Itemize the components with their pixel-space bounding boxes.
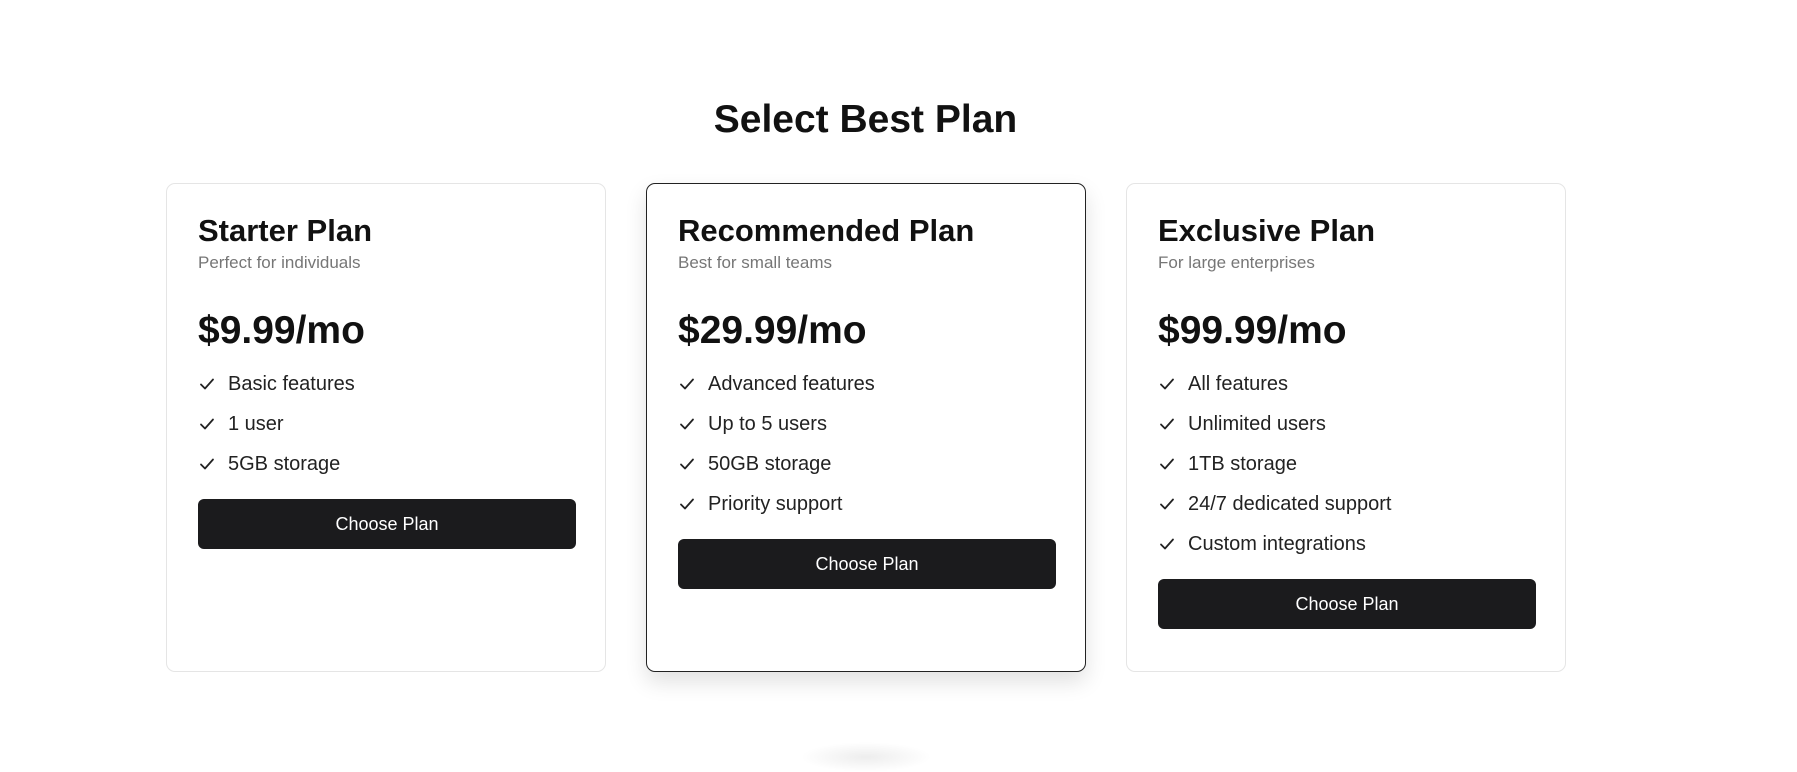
check-icon [1158, 495, 1176, 513]
feature-label: Custom integrations [1188, 532, 1366, 555]
check-icon [678, 415, 696, 433]
check-icon [678, 495, 696, 513]
choose-plan-button-recommended[interactable]: Choose Plan [678, 539, 1056, 589]
choose-plan-button-exclusive[interactable]: Choose Plan [1158, 579, 1536, 629]
plan-description: Best for small teams [678, 253, 832, 272]
feature-item: 24/7 dedicated support [1158, 484, 1534, 524]
plan-price: $9.99/mo [198, 309, 365, 352]
feature-label: Unlimited users [1188, 412, 1326, 435]
feature-item: Custom integrations [1158, 524, 1534, 564]
feature-label: 5GB storage [228, 452, 341, 475]
feature-label: Priority support [708, 492, 843, 515]
plan-card-starter: Starter Plan Perfect for individuals $9.… [166, 183, 606, 672]
check-icon [198, 375, 216, 393]
feature-label: All features [1188, 372, 1289, 395]
plan-name: Starter Plan [198, 213, 373, 248]
feature-item: Basic features [198, 364, 574, 404]
feature-label: Advanced features [708, 372, 875, 395]
feature-item: All features [1158, 364, 1534, 404]
feature-label: 24/7 dedicated support [1188, 492, 1392, 515]
pricing-cards: Starter Plan Perfect for individuals $9.… [166, 183, 1566, 672]
feature-label: Up to 5 users [708, 412, 827, 435]
feature-label: 1TB storage [1188, 452, 1297, 475]
bottom-shadow-decoration [800, 742, 932, 772]
choose-plan-button-starter[interactable]: Choose Plan [198, 499, 576, 549]
feature-item: Advanced features [678, 364, 1054, 404]
check-icon [1158, 535, 1176, 553]
plan-card-recommended: Recommended Plan Best for small teams $2… [646, 183, 1086, 672]
feature-label: 1 user [228, 412, 284, 435]
feature-item: Unlimited users [1158, 404, 1534, 444]
feature-item: Priority support [678, 484, 1054, 524]
feature-label: Basic features [228, 372, 355, 395]
feature-item: Up to 5 users [678, 404, 1054, 444]
plan-description: Perfect for individuals [198, 253, 361, 272]
check-icon [1158, 415, 1176, 433]
plan-price: $99.99/mo [1158, 309, 1347, 352]
check-icon [1158, 375, 1176, 393]
feature-label: 50GB storage [708, 452, 832, 475]
feature-list: Basic features 1 user 5GB storage [198, 364, 574, 484]
feature-item: 1TB storage [1158, 444, 1534, 484]
feature-list: All features Unlimited users 1TB storage… [1158, 364, 1534, 564]
feature-item: 5GB storage [198, 444, 574, 484]
check-icon [1158, 455, 1176, 473]
plan-name: Exclusive Plan [1158, 213, 1376, 248]
plan-card-exclusive: Exclusive Plan For large enterprises $99… [1126, 183, 1566, 672]
check-icon [678, 375, 696, 393]
feature-item: 50GB storage [678, 444, 1054, 484]
plan-description: For large enterprises [1158, 253, 1315, 272]
check-icon [678, 455, 696, 473]
page-title: Select Best Plan [713, 98, 1018, 141]
check-icon [198, 455, 216, 473]
plan-price: $29.99/mo [678, 309, 867, 352]
plan-name: Recommended Plan [678, 213, 975, 248]
check-icon [198, 415, 216, 433]
feature-item: 1 user [198, 404, 574, 444]
feature-list: Advanced features Up to 5 users 50GB sto… [678, 364, 1054, 524]
